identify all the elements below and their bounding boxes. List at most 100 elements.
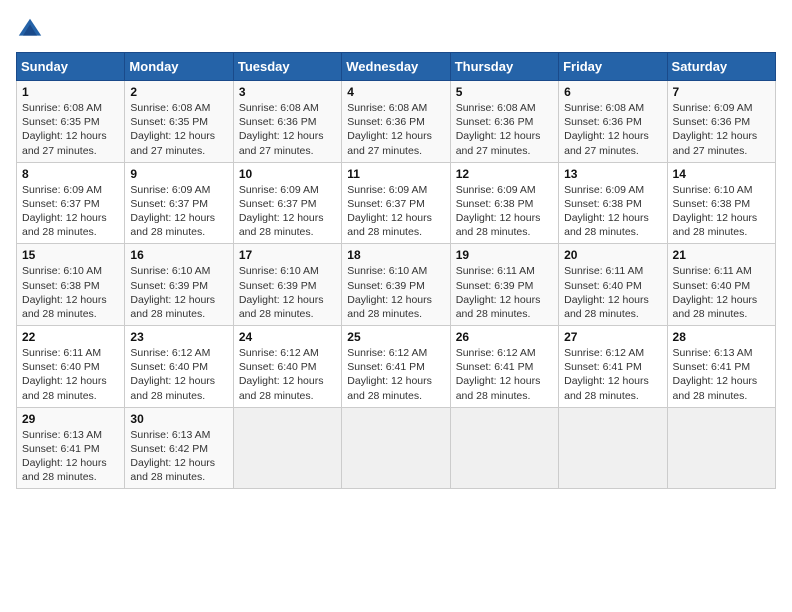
day-detail: Sunrise: 6:10 AMSunset: 6:39 PMDaylight:…: [239, 264, 336, 321]
day-number: 26: [456, 330, 553, 344]
header-day-tuesday: Tuesday: [233, 53, 341, 81]
calendar-cell: 13 Sunrise: 6:09 AMSunset: 6:38 PMDayligh…: [559, 162, 667, 244]
day-detail: Sunrise: 6:13 AMSunset: 6:42 PMDaylight:…: [130, 428, 227, 485]
calendar-cell: 4 Sunrise: 6:08 AMSunset: 6:36 PMDaylight…: [342, 81, 450, 163]
calendar-cell: 8 Sunrise: 6:09 AMSunset: 6:37 PMDaylight…: [17, 162, 125, 244]
day-detail: Sunrise: 6:12 AMSunset: 6:41 PMDaylight:…: [347, 346, 444, 403]
day-number: 14: [673, 167, 770, 181]
day-detail: Sunrise: 6:09 AMSunset: 6:37 PMDaylight:…: [22, 183, 119, 240]
day-detail: Sunrise: 6:13 AMSunset: 6:41 PMDaylight:…: [673, 346, 770, 403]
calendar-cell: 21 Sunrise: 6:11 AMSunset: 6:40 PMDayligh…: [667, 244, 775, 326]
calendar-cell: 9 Sunrise: 6:09 AMSunset: 6:37 PMDaylight…: [125, 162, 233, 244]
calendar-cell: 15Sunrise: 6:10 AMSunset: 6:38 PMDayligh…: [17, 244, 125, 326]
day-number: 23: [130, 330, 227, 344]
day-detail: Sunrise: 6:10 AMSunset: 6:38 PMDaylight:…: [673, 183, 770, 240]
header-day-thursday: Thursday: [450, 53, 558, 81]
calendar-cell: 25Sunrise: 6:12 AMSunset: 6:41 PMDayligh…: [342, 326, 450, 408]
day-detail: Sunrise: 6:11 AMSunset: 6:40 PMDaylight:…: [673, 264, 770, 321]
header-row: SundayMondayTuesdayWednesdayThursdayFrid…: [17, 53, 776, 81]
calendar-cell: 27Sunrise: 6:12 AMSunset: 6:41 PMDayligh…: [559, 326, 667, 408]
header-day-saturday: Saturday: [667, 53, 775, 81]
calendar-cell: 7 Sunrise: 6:09 AMSunset: 6:36 PMDaylight…: [667, 81, 775, 163]
calendar-cell: 26 Sunrise: 6:12 AMSunset: 6:41 PMDayligh…: [450, 326, 558, 408]
day-detail: Sunrise: 6:12 AMSunset: 6:41 PMDaylight:…: [456, 346, 553, 403]
day-number: 21: [673, 248, 770, 262]
day-detail: Sunrise: 6:11 AMSunset: 6:39 PMDaylight:…: [456, 264, 553, 321]
header-day-wednesday: Wednesday: [342, 53, 450, 81]
day-number: 4: [347, 85, 444, 99]
day-number: 2: [130, 85, 227, 99]
calendar-cell: 2 Sunrise: 6:08 AMSunset: 6:35 PMDaylight…: [125, 81, 233, 163]
calendar-body: 1 Sunrise: 6:08 AMSunset: 6:35 PMDaylight…: [17, 81, 776, 489]
calendar-week-1: 1 Sunrise: 6:08 AMSunset: 6:35 PMDaylight…: [17, 81, 776, 163]
calendar-cell: 22 Sunrise: 6:11 AMSunset: 6:40 PMDayligh…: [17, 326, 125, 408]
calendar-header: SundayMondayTuesdayWednesdayThursdayFrid…: [17, 53, 776, 81]
calendar-cell: 5Sunrise: 6:08 AMSunset: 6:36 PMDaylight…: [450, 81, 558, 163]
day-detail: Sunrise: 6:08 AMSunset: 6:35 PMDaylight:…: [22, 101, 119, 158]
calendar-cell: 24 Sunrise: 6:12 AMSunset: 6:40 PMDayligh…: [233, 326, 341, 408]
calendar-cell: 11 Sunrise: 6:09 AMSunset: 6:37 PMDayligh…: [342, 162, 450, 244]
day-number: 24: [239, 330, 336, 344]
calendar-cell: 20 Sunrise: 6:11 AMSunset: 6:40 PMDayligh…: [559, 244, 667, 326]
day-detail: Sunrise: 6:08 AMSunset: 6:36 PMDaylight:…: [239, 101, 336, 158]
calendar-cell: [559, 407, 667, 489]
day-detail: Sunrise: 6:09 AMSunset: 6:38 PMDaylight:…: [456, 183, 553, 240]
calendar-week-3: 15Sunrise: 6:10 AMSunset: 6:38 PMDayligh…: [17, 244, 776, 326]
calendar-cell: [342, 407, 450, 489]
day-number: 12: [456, 167, 553, 181]
calendar-cell: 10 Sunrise: 6:09 AMSunset: 6:37 PMDayligh…: [233, 162, 341, 244]
calendar-cell: 6 Sunrise: 6:08 AMSunset: 6:36 PMDaylight…: [559, 81, 667, 163]
day-detail: Sunrise: 6:09 AMSunset: 6:37 PMDaylight:…: [239, 183, 336, 240]
day-detail: Sunrise: 6:12 AMSunset: 6:40 PMDaylight:…: [239, 346, 336, 403]
logo-icon: [16, 16, 44, 44]
day-number: 19: [456, 248, 553, 262]
day-number: 15: [22, 248, 119, 262]
day-detail: Sunrise: 6:09 AMSunset: 6:37 PMDaylight:…: [130, 183, 227, 240]
day-detail: Sunrise: 6:09 AMSunset: 6:37 PMDaylight:…: [347, 183, 444, 240]
calendar-cell: 18 Sunrise: 6:10 AMSunset: 6:39 PMDayligh…: [342, 244, 450, 326]
calendar-cell: 3 Sunrise: 6:08 AMSunset: 6:36 PMDaylight…: [233, 81, 341, 163]
logo: [16, 16, 48, 44]
day-detail: Sunrise: 6:11 AMSunset: 6:40 PMDaylight:…: [22, 346, 119, 403]
day-number: 1: [22, 85, 119, 99]
day-number: 28: [673, 330, 770, 344]
day-number: 18: [347, 248, 444, 262]
header-day-monday: Monday: [125, 53, 233, 81]
day-number: 7: [673, 85, 770, 99]
day-detail: Sunrise: 6:09 AMSunset: 6:36 PMDaylight:…: [673, 101, 770, 158]
calendar-cell: 28 Sunrise: 6:13 AMSunset: 6:41 PMDayligh…: [667, 326, 775, 408]
day-detail: Sunrise: 6:12 AMSunset: 6:41 PMDaylight:…: [564, 346, 661, 403]
day-number: 10: [239, 167, 336, 181]
day-number: 17: [239, 248, 336, 262]
calendar-week-4: 22 Sunrise: 6:11 AMSunset: 6:40 PMDayligh…: [17, 326, 776, 408]
day-number: 13: [564, 167, 661, 181]
calendar-week-2: 8 Sunrise: 6:09 AMSunset: 6:37 PMDaylight…: [17, 162, 776, 244]
day-number: 22: [22, 330, 119, 344]
calendar-cell: 16Sunrise: 6:10 AMSunset: 6:39 PMDayligh…: [125, 244, 233, 326]
header-day-sunday: Sunday: [17, 53, 125, 81]
day-number: 20: [564, 248, 661, 262]
day-number: 6: [564, 85, 661, 99]
calendar-cell: 23 Sunrise: 6:12 AMSunset: 6:40 PMDayligh…: [125, 326, 233, 408]
day-detail: Sunrise: 6:10 AMSunset: 6:39 PMDaylight:…: [347, 264, 444, 321]
calendar-cell: 30 Sunrise: 6:13 AMSunset: 6:42 PMDayligh…: [125, 407, 233, 489]
day-detail: Sunrise: 6:08 AMSunset: 6:36 PMDaylight:…: [456, 101, 553, 158]
day-number: 11: [347, 167, 444, 181]
day-number: 8: [22, 167, 119, 181]
day-detail: Sunrise: 6:08 AMSunset: 6:36 PMDaylight:…: [564, 101, 661, 158]
calendar-cell: [450, 407, 558, 489]
day-number: 9: [130, 167, 227, 181]
calendar-week-5: 29Sunrise: 6:13 AMSunset: 6:41 PMDayligh…: [17, 407, 776, 489]
day-number: 16: [130, 248, 227, 262]
day-detail: Sunrise: 6:09 AMSunset: 6:38 PMDaylight:…: [564, 183, 661, 240]
calendar-table: SundayMondayTuesdayWednesdayThursdayFrid…: [16, 52, 776, 489]
day-detail: Sunrise: 6:08 AMSunset: 6:36 PMDaylight:…: [347, 101, 444, 158]
day-detail: Sunrise: 6:08 AMSunset: 6:35 PMDaylight:…: [130, 101, 227, 158]
day-number: 3: [239, 85, 336, 99]
calendar-cell: 17 Sunrise: 6:10 AMSunset: 6:39 PMDayligh…: [233, 244, 341, 326]
day-number: 30: [130, 412, 227, 426]
day-detail: Sunrise: 6:12 AMSunset: 6:40 PMDaylight:…: [130, 346, 227, 403]
calendar-cell: [667, 407, 775, 489]
day-detail: Sunrise: 6:11 AMSunset: 6:40 PMDaylight:…: [564, 264, 661, 321]
calendar-cell: 19 Sunrise: 6:11 AMSunset: 6:39 PMDayligh…: [450, 244, 558, 326]
